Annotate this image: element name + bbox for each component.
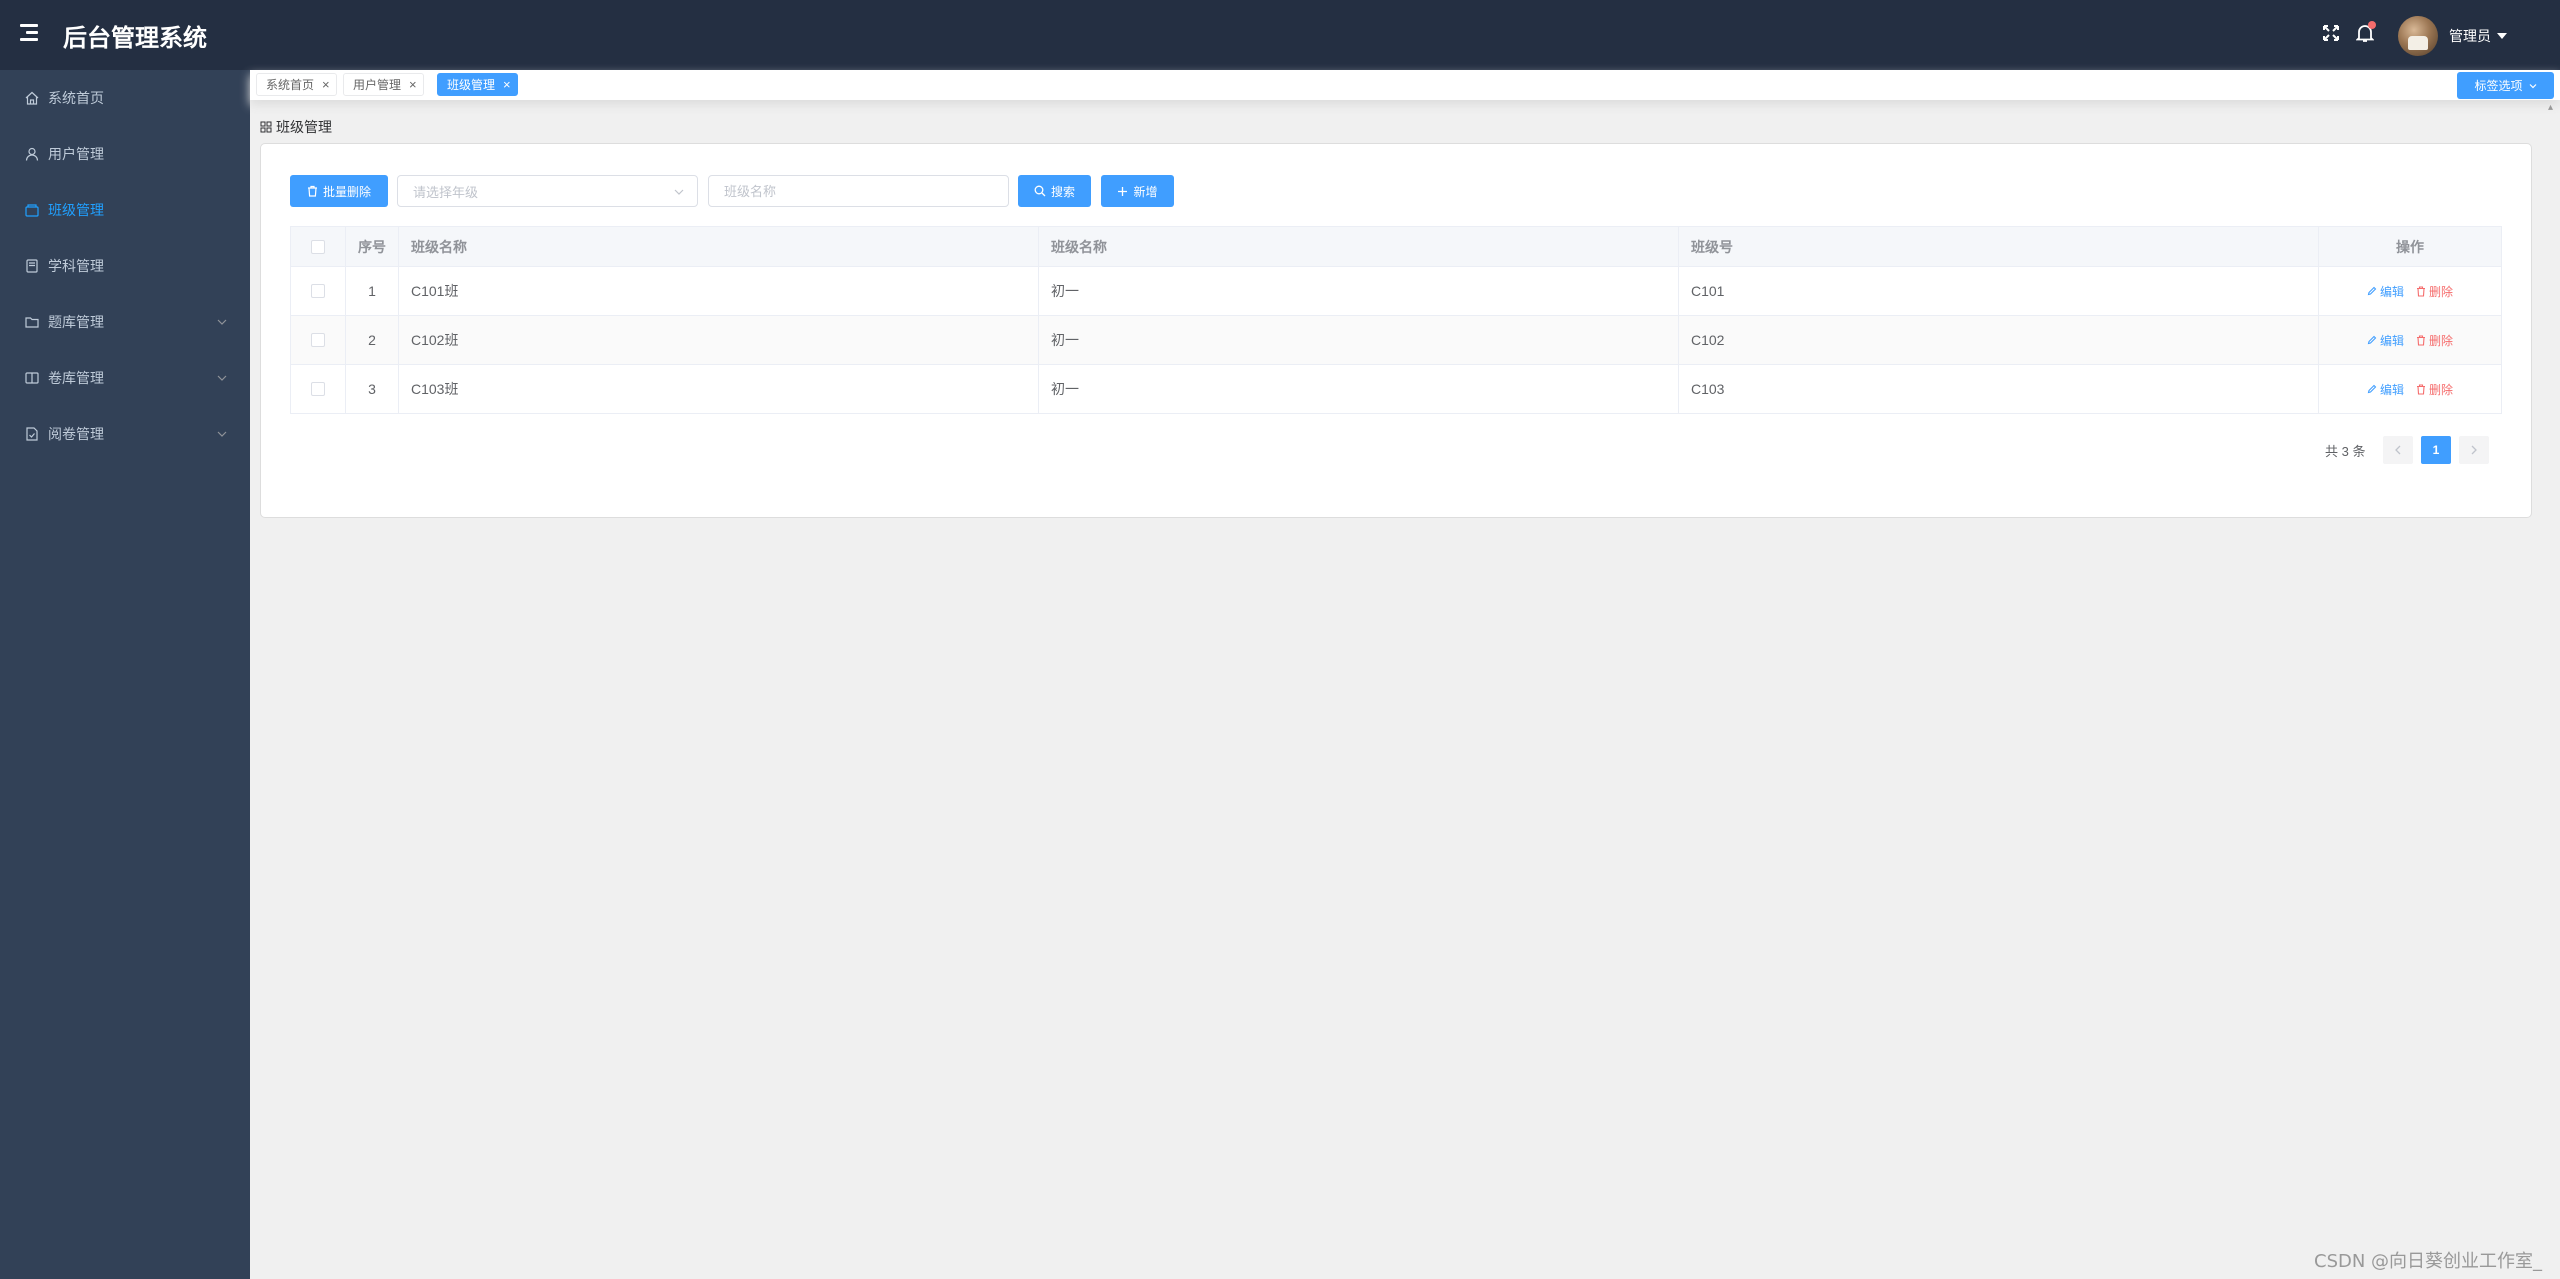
header: 后台管理系统 管理员 bbox=[0, 0, 2560, 70]
pagination-total: 共 3 条 bbox=[2325, 444, 2366, 459]
trash-icon bbox=[2417, 383, 2425, 395]
delete-button[interactable]: 删除 bbox=[2416, 332, 2453, 349]
trash-icon bbox=[2417, 334, 2425, 346]
watermark: CSDN @向日葵创业工作室_ bbox=[2314, 1251, 2543, 1272]
edit-icon bbox=[2367, 384, 2377, 394]
notification-dot bbox=[2368, 21, 2376, 29]
caret-down-icon bbox=[2497, 33, 2507, 39]
edit-button[interactable]: 编辑 bbox=[2367, 283, 2404, 300]
column-header-grade: 班级名称 bbox=[1039, 227, 1679, 266]
edit-button[interactable]: 编辑 bbox=[2367, 381, 2404, 398]
app-title: 后台管理系统 bbox=[63, 24, 207, 52]
row-class-no: C102 bbox=[1679, 316, 2319, 364]
tags-bar: 系统首页 × 用户管理 × 班级管理 × bbox=[250, 70, 2560, 100]
chevron-right-icon bbox=[2471, 445, 2477, 455]
close-icon[interactable]: × bbox=[322, 78, 330, 91]
column-header-actions: 操作 bbox=[2396, 238, 2424, 255]
row-class-name: C102班 bbox=[399, 316, 1039, 364]
sidebar-item-grading[interactable]: 阅卷管理 bbox=[0, 406, 250, 462]
row-class-name: C103班 bbox=[399, 365, 1039, 413]
reader-icon bbox=[24, 370, 40, 386]
class-table: 序号 班级名称 班级名称 班级号 操作 1 C101班 初一 C101 编辑 删… bbox=[290, 226, 2502, 414]
column-header-class-no: 班级号 bbox=[1679, 227, 2319, 266]
trash-icon bbox=[2417, 285, 2425, 297]
close-icon[interactable]: × bbox=[409, 78, 417, 91]
sidebar-item-paper-bank[interactable]: 卷库管理 bbox=[0, 350, 250, 406]
prev-page-button[interactable] bbox=[2383, 436, 2413, 464]
grade-select[interactable]: 请选择年级 bbox=[397, 175, 698, 207]
add-button[interactable]: 新增 bbox=[1101, 175, 1174, 207]
document-icon bbox=[24, 426, 40, 442]
row-index: 1 bbox=[346, 267, 399, 315]
chevron-down-icon bbox=[217, 319, 227, 325]
table-row: 1 C101班 初一 C101 编辑 删除 bbox=[291, 267, 2501, 316]
row-grade: 初一 bbox=[1039, 316, 1679, 364]
user-icon bbox=[24, 146, 40, 162]
delete-button[interactable]: 删除 bbox=[2416, 283, 2453, 300]
row-grade: 初一 bbox=[1039, 365, 1679, 413]
scroll-up-icon[interactable]: ▴ bbox=[2548, 102, 2553, 113]
sidebar-item-classes[interactable]: 班级管理 bbox=[0, 182, 250, 238]
avatar[interactable] bbox=[2398, 16, 2438, 56]
tag-users[interactable]: 用户管理 × bbox=[343, 73, 424, 96]
delete-button[interactable]: 删除 bbox=[2416, 381, 2453, 398]
tag-classes[interactable]: 班级管理 × bbox=[437, 73, 518, 96]
grid-icon bbox=[260, 121, 272, 133]
home-icon bbox=[24, 90, 40, 106]
sidebar-item-question-bank[interactable]: 题库管理 bbox=[0, 294, 250, 350]
row-class-no: C101 bbox=[1679, 267, 2319, 315]
row-class-no: C103 bbox=[1679, 365, 2319, 413]
breadcrumb: 班级管理 bbox=[260, 117, 332, 137]
class-icon bbox=[24, 202, 40, 218]
select-all-checkbox[interactable] bbox=[311, 239, 325, 254]
chevron-down-icon bbox=[217, 431, 227, 437]
row-class-name: C101班 bbox=[399, 267, 1039, 315]
user-dropdown[interactable]: 管理员 bbox=[2449, 26, 2507, 46]
sidebar-item-subjects[interactable]: 学科管理 bbox=[0, 238, 250, 294]
batch-delete-button[interactable]: 批量删除 bbox=[290, 175, 388, 207]
column-header-class-name: 班级名称 bbox=[399, 227, 1039, 266]
row-checkbox[interactable] bbox=[311, 284, 325, 298]
sidebar: 系统首页 用户管理 班级管理 学科管理 题库管理 卷库管理 阅卷管理 bbox=[0, 70, 250, 1279]
username-label: 管理员 bbox=[2449, 28, 2491, 44]
row-grade: 初一 bbox=[1039, 267, 1679, 315]
tag-home[interactable]: 系统首页 × bbox=[256, 73, 337, 96]
chevron-down-icon bbox=[674, 189, 684, 195]
row-checkbox[interactable] bbox=[311, 333, 325, 347]
chevron-down-icon bbox=[217, 375, 227, 381]
sidebar-item-home[interactable]: 系统首页 bbox=[0, 70, 250, 126]
fullscreen-icon[interactable] bbox=[2316, 18, 2346, 48]
class-name-input[interactable] bbox=[708, 175, 1009, 207]
page-button[interactable]: 1 bbox=[2421, 436, 2451, 464]
plus-icon bbox=[1118, 186, 1128, 196]
table-row: 2 C102班 初一 C102 编辑 删除 bbox=[291, 316, 2501, 365]
breadcrumb-label: 班级管理 bbox=[276, 119, 332, 135]
tag-options-button[interactable]: 标签选项 bbox=[2457, 72, 2554, 99]
bell-icon[interactable] bbox=[2350, 18, 2380, 48]
column-header-index: 序号 bbox=[346, 227, 399, 266]
edit-icon bbox=[2367, 286, 2377, 296]
next-page-button[interactable] bbox=[2459, 436, 2489, 464]
trash-icon bbox=[307, 185, 317, 197]
chevron-down-icon bbox=[2529, 83, 2536, 88]
table-header-row: 序号 班级名称 班级名称 班级号 操作 bbox=[291, 227, 2501, 267]
search-icon bbox=[1034, 185, 1046, 197]
search-button[interactable]: 搜索 bbox=[1018, 175, 1091, 207]
row-index: 2 bbox=[346, 316, 399, 364]
book-icon bbox=[24, 258, 40, 274]
edit-button[interactable]: 编辑 bbox=[2367, 332, 2404, 349]
close-icon[interactable]: × bbox=[503, 78, 511, 91]
table-row: 3 C103班 初一 C103 编辑 删除 bbox=[291, 365, 2501, 414]
collapse-menu-icon[interactable] bbox=[20, 20, 44, 50]
sidebar-item-users[interactable]: 用户管理 bbox=[0, 126, 250, 182]
row-checkbox[interactable] bbox=[311, 382, 325, 396]
edit-icon bbox=[2367, 335, 2377, 345]
folder-icon bbox=[24, 314, 40, 330]
row-index: 3 bbox=[346, 365, 399, 413]
chevron-left-icon bbox=[2395, 445, 2401, 455]
